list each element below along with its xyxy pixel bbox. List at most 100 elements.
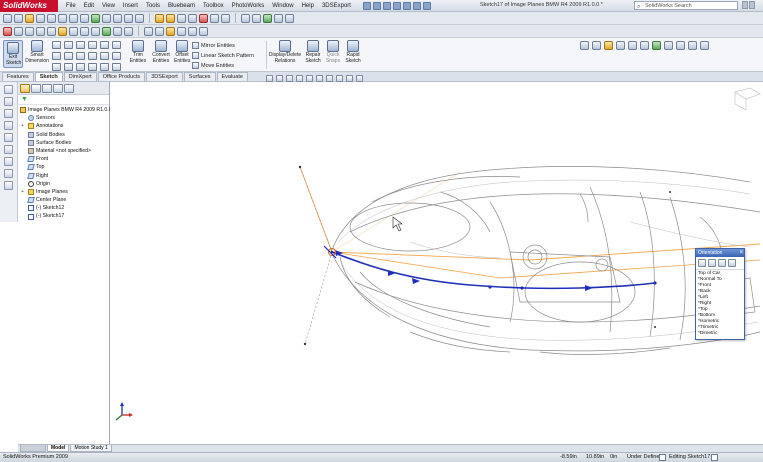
spline-icon[interactable] (69, 13, 78, 23)
rebuild-icon[interactable] (659, 454, 666, 461)
sketch-tool-icon[interactable] (4, 181, 13, 190)
slot-icon[interactable] (76, 41, 85, 49)
tree-item-solid-bodies[interactable]: Solid Bodies (18, 131, 109, 139)
previous-view-icon[interactable] (286, 75, 293, 82)
sketch-tool-icon[interactable] (4, 133, 13, 142)
tree-item-front-plane[interactable]: Front (18, 155, 109, 163)
ellipse-icon[interactable] (76, 52, 85, 60)
tree-item-sensors[interactable]: Sensors (18, 114, 109, 122)
photoworks-icon[interactable] (199, 26, 208, 36)
smart-dimension-button[interactable]: Smart Dimension (25, 40, 49, 64)
text-icon[interactable] (124, 13, 133, 23)
tab-evaluate[interactable]: Evaluate (216, 72, 248, 81)
plane-icon[interactable] (100, 52, 109, 60)
view-icon[interactable] (640, 41, 649, 50)
section-view-icon[interactable] (296, 75, 303, 82)
view-icon[interactable] (664, 41, 673, 50)
menu-3dsexport[interactable]: 3DSExport (322, 3, 351, 9)
menu-insert[interactable]: Insert (123, 3, 138, 9)
arc-icon[interactable] (58, 13, 67, 23)
menu-bluebeam[interactable]: Bluebeam (168, 3, 195, 9)
pattern-icon[interactable] (263, 13, 272, 23)
measure-icon[interactable] (144, 26, 153, 36)
zebra-stripes-icon[interactable] (177, 26, 186, 36)
loft-icon[interactable] (188, 13, 197, 23)
reset-standard-views-icon[interactable] (718, 259, 726, 267)
draft-icon[interactable] (252, 13, 261, 23)
tab-features[interactable]: Features (2, 72, 34, 81)
view-selector-icon[interactable] (734, 87, 761, 111)
rectangle-icon[interactable] (64, 41, 73, 49)
view-orientation-icon[interactable] (306, 75, 313, 82)
tree-item-surface-bodies[interactable]: Surface Bodies (18, 139, 109, 147)
sketch-tool-icon[interactable] (4, 109, 13, 118)
menu-photoworks[interactable]: PhotoWorks (232, 3, 265, 9)
graphics-area[interactable] (110, 82, 763, 444)
view-icon[interactable] (592, 41, 601, 50)
exit-sketch-button[interactable]: Exit Sketch (3, 40, 23, 68)
sketch-tool-icon[interactable] (4, 97, 13, 106)
move-entities-button[interactable]: Move Entities (192, 62, 234, 69)
view-item[interactable]: *Dimetric (698, 331, 742, 337)
view-settings-icon[interactable] (356, 75, 363, 82)
arc-icon[interactable] (100, 41, 109, 49)
curvature-icon[interactable] (166, 26, 175, 36)
view-icon[interactable] (676, 41, 685, 50)
display-manager-tab-icon[interactable] (64, 84, 74, 93)
sketch-tool-icon[interactable] (4, 169, 13, 178)
feature-tree-tab-icon[interactable] (20, 84, 30, 93)
rapid-sketch-button[interactable]: Rapid Sketch (344, 40, 362, 64)
convert-entities-button[interactable]: Convert Entities (150, 40, 172, 64)
circle-icon[interactable] (47, 13, 56, 23)
tree-item-right-plane[interactable]: Right (18, 172, 109, 180)
update-standard-views-icon[interactable] (708, 259, 716, 267)
reference-geometry-icon[interactable] (285, 13, 294, 23)
open-icon[interactable] (372, 1, 381, 10)
line-icon[interactable] (14, 13, 23, 23)
view-icon[interactable] (580, 41, 589, 50)
centerline-icon[interactable] (88, 63, 97, 71)
view-icon[interactable] (700, 41, 709, 50)
display-delete-relations-button[interactable]: Display/Delete Relations (268, 40, 302, 64)
search-input[interactable]: ⌕ SolidWorks Search (634, 1, 738, 10)
mirror-icon[interactable] (274, 13, 283, 23)
shadows-icon[interactable] (124, 26, 133, 36)
sketch-icon[interactable] (3, 13, 12, 23)
draft-analysis-icon[interactable] (188, 26, 197, 36)
centerline-icon[interactable] (91, 13, 100, 23)
zoom-fit-icon[interactable] (266, 75, 273, 82)
tab-dimxpert[interactable]: DimXpert (63, 72, 97, 81)
minimize-icon[interactable] (742, 1, 748, 9)
property-manager-tab-icon[interactable] (31, 84, 41, 93)
sketch-tool-icon[interactable] (4, 85, 13, 94)
rotate-icon[interactable] (36, 26, 45, 36)
menu-view[interactable]: View (102, 3, 115, 9)
text-icon[interactable] (112, 52, 121, 60)
tab-motion-study[interactable]: Motion Study 1 (70, 445, 112, 452)
line-icon[interactable] (52, 41, 61, 49)
spline-curve[interactable] (331, 251, 656, 290)
configuration-manager-tab-icon[interactable] (42, 84, 52, 93)
solidworks-logo[interactable]: SolidWorks (0, 0, 58, 12)
undo-icon[interactable] (402, 1, 411, 10)
3d-sketch-icon[interactable] (25, 13, 34, 23)
menu-edit[interactable]: Edit (84, 3, 94, 9)
zoom-fit-icon[interactable] (14, 26, 23, 36)
display-style-icon[interactable] (316, 75, 323, 82)
repair-sketch-button[interactable]: Repair Sketch (304, 40, 322, 64)
sketch-tool-icon[interactable] (4, 157, 13, 166)
rib-icon[interactable] (221, 13, 230, 23)
zoom-area-icon[interactable] (25, 26, 34, 36)
pin-icon[interactable] (728, 259, 736, 267)
spline-icon[interactable] (64, 52, 73, 60)
offset-entities-button[interactable]: Offset Entities (174, 40, 190, 64)
extrude-icon[interactable] (155, 13, 164, 23)
tree-item-center-plane[interactable]: Center Plane (18, 196, 109, 204)
apply-scene-icon[interactable] (346, 75, 353, 82)
view-orientation-icon[interactable] (69, 26, 78, 36)
orientation-title-bar[interactable]: Orientation × (696, 249, 744, 257)
view-icon[interactable] (652, 41, 661, 50)
tab-3dsexport[interactable]: 3DSExport (146, 72, 183, 81)
construction-icon[interactable] (52, 63, 61, 71)
dimxpert-manager-tab-icon[interactable] (53, 84, 63, 93)
